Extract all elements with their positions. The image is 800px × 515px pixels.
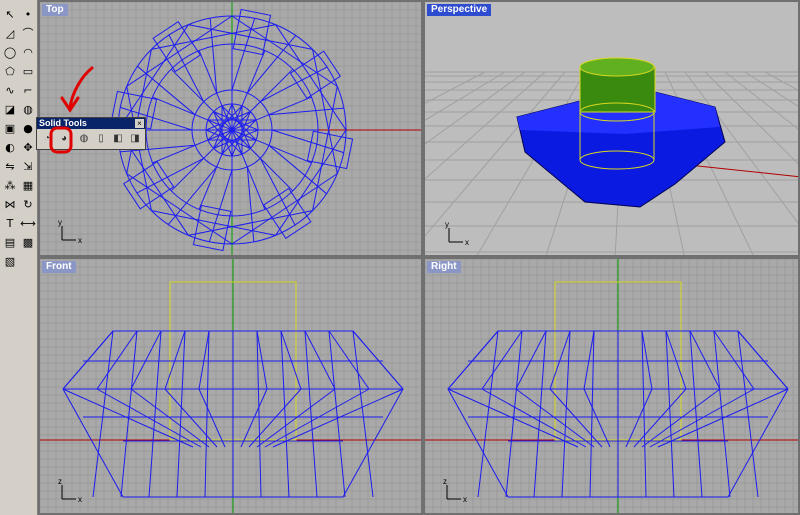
- fillet-edge-icon[interactable]: ◔: [40, 132, 54, 146]
- viewport-title-perspective[interactable]: Perspective: [427, 4, 492, 16]
- surface-icon[interactable]: ◪: [2, 101, 18, 117]
- axis-label-y: y: [445, 220, 449, 229]
- shell-icon[interactable]: ◕: [57, 132, 71, 146]
- boolean-difference-icon[interactable]: ◨: [128, 132, 142, 146]
- scale-icon[interactable]: ⇲: [20, 158, 36, 174]
- fillet-icon[interactable]: ⌐: [20, 82, 36, 98]
- axis-label-x: x: [78, 236, 82, 245]
- polyline-icon[interactable]: ◿: [2, 25, 18, 41]
- viewport-title-top[interactable]: Top: [42, 4, 68, 16]
- polygon-icon[interactable]: ⬠: [2, 63, 18, 79]
- mirror-icon[interactable]: ⇋: [2, 158, 18, 174]
- axis-label-z: z: [58, 477, 62, 486]
- box-icon[interactable]: ▣: [2, 120, 18, 136]
- revolve-icon[interactable]: ◍: [20, 101, 36, 117]
- display-icon[interactable]: ▧: [2, 253, 18, 269]
- boolean-union-icon[interactable]: ◧: [111, 132, 125, 146]
- axis-label-x: x: [78, 495, 82, 504]
- viewport-perspective[interactable]: Perspective x y: [423, 0, 800, 257]
- layer-icon[interactable]: ▤: [2, 234, 18, 250]
- axis-label-x: x: [463, 495, 467, 504]
- axis-label-z: z: [443, 477, 447, 486]
- boolean-icon[interactable]: ◐: [2, 139, 18, 155]
- circle-icon[interactable]: ◯: [2, 44, 18, 60]
- grid: [425, 259, 798, 513]
- extract-surface-icon[interactable]: ▯: [94, 132, 108, 146]
- cylinder-solid: [579, 57, 656, 113]
- viewport-title-right[interactable]: Right: [427, 261, 461, 273]
- rectangle-icon[interactable]: ▭: [20, 63, 36, 79]
- text-icon[interactable]: T: [2, 215, 18, 231]
- viewport-title-front[interactable]: Front: [42, 261, 76, 273]
- axis-label-y: y: [58, 218, 62, 227]
- solid-tools-toolbar[interactable]: Solid Tools × ◔ ◕ ◍ ▯ ◧ ◨: [36, 117, 146, 150]
- curve-icon[interactable]: ⌒: [20, 25, 36, 41]
- sphere-icon[interactable]: ●: [20, 120, 36, 136]
- main-toolbar: ↖ • ◿ ⌒ ◯ ◠ ⬠ ▭ ∿ ⌐ ◪ ◍ ▣ ● ◐ ✥ ⇋ ⇲ ⁂ ▦ ⋈ ↻ T ⟷ ▤ ▩ ▧: [0, 0, 38, 515]
- group-icon[interactable]: ▦: [20, 177, 36, 193]
- viewport-right[interactable]: Right x z: [423, 257, 800, 515]
- transform-icon[interactable]: ↻: [20, 196, 36, 212]
- arc-icon[interactable]: ◠: [20, 44, 36, 60]
- solid-tools-close-button[interactable]: ×: [135, 119, 144, 128]
- cap-icon[interactable]: ◍: [77, 132, 91, 146]
- point-icon[interactable]: •: [20, 6, 36, 22]
- viewport-front[interactable]: Front x z: [38, 257, 423, 515]
- array-icon[interactable]: ⁂: [2, 177, 18, 193]
- join-icon[interactable]: ⋈: [2, 196, 18, 212]
- gem-wireframe-top: [110, 8, 354, 252]
- select-arrow-icon[interactable]: ↖: [2, 6, 18, 22]
- move-icon[interactable]: ✥: [20, 139, 36, 155]
- axis-label-x: x: [465, 238, 469, 247]
- render-icon[interactable]: ▩: [20, 234, 36, 250]
- freeform-icon[interactable]: ∿: [2, 82, 18, 98]
- dimension-icon[interactable]: ⟷: [20, 215, 36, 231]
- grid: [40, 259, 421, 513]
- solid-tools-title[interactable]: Solid Tools: [37, 118, 145, 129]
